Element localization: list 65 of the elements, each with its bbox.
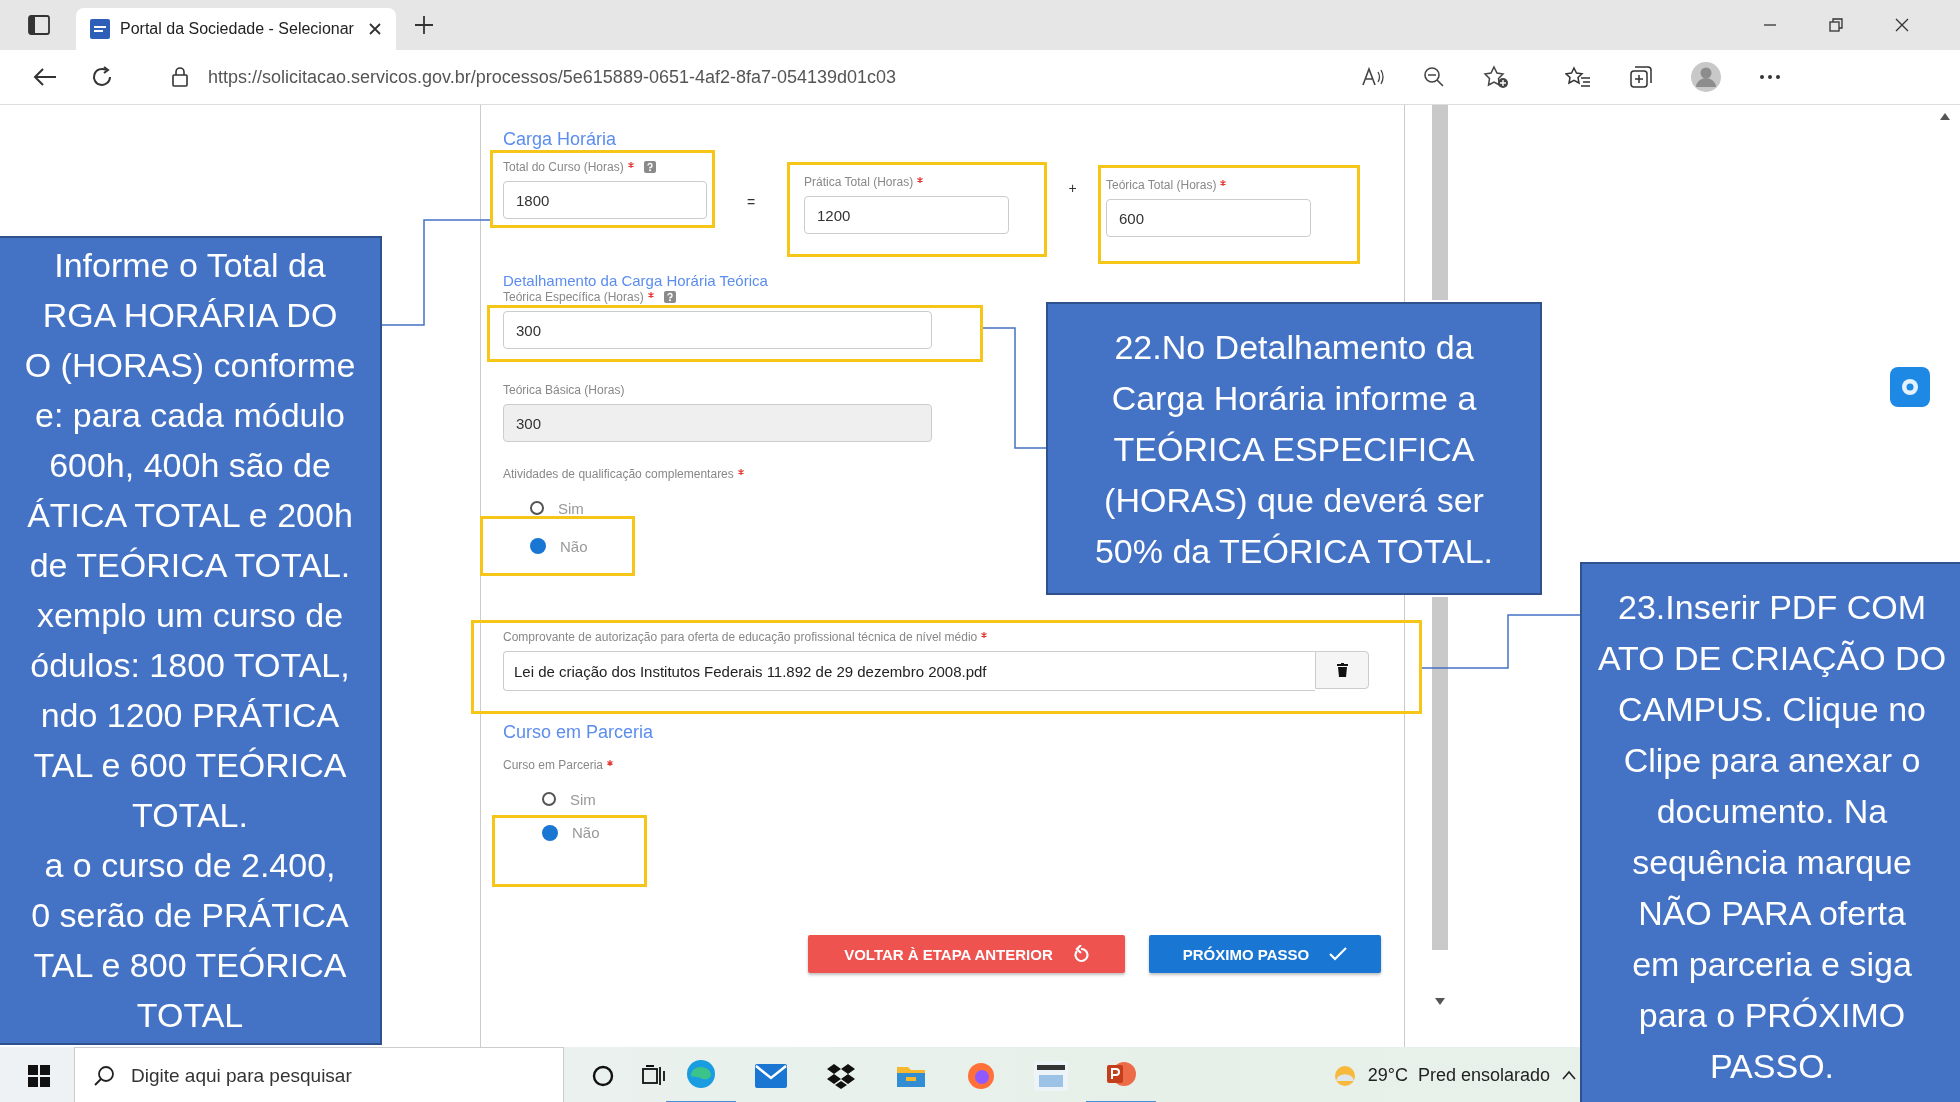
new-tab-icon[interactable]: [414, 15, 434, 35]
trash-icon: [1336, 663, 1348, 677]
close-icon[interactable]: [368, 22, 382, 36]
undo-icon: [1072, 945, 1089, 963]
refresh-icon[interactable]: [90, 65, 114, 89]
section-heading: Detalhamento da Carga Horária Teórica: [503, 272, 769, 289]
powerpoint-icon[interactable]: [1105, 1059, 1137, 1089]
close-icon[interactable]: [1894, 17, 1910, 33]
hours-input[interactable]: 600: [1106, 199, 1311, 237]
file-field[interactable]: Lei de criação dos Institutos Federais 11.892 de 29 dezembro 2008.pdf: [503, 651, 1315, 691]
back-icon[interactable]: [32, 67, 58, 87]
zoom-out-icon[interactable]: [1423, 66, 1445, 88]
floating-widget-icon[interactable]: [1890, 367, 1930, 407]
radio-button[interactable]: [530, 538, 546, 554]
callout-note: Informe o Total da RGA HORÁRIA DO O (HORAS) conforme e: para cada módulo 600h, 400h são de ÁTICA TOTAL e 200h de TEÓRICA TOTAL. xemplo um curso de ódulos: 1800 TOTAL, ndo 1200 PRÁTICA TAL e 600 TEÓRICA TOTAL. a o curso de 2.400, 0 serão de PRÁTICA TAL e 800 TEÓRICA TOTAL: [0, 236, 382, 1045]
browser-tab[interactable]: Portal da Sociedade - Selecionar: [76, 8, 396, 50]
hours-input[interactable]: 300: [503, 311, 932, 349]
field-label: Teórica Básica (Horas): [503, 383, 625, 397]
field-label: Atividades de qualificação complementares: [503, 467, 734, 481]
collections-icon[interactable]: [1629, 65, 1653, 89]
delete-button[interactable]: [1315, 651, 1369, 689]
tab-actions-icon[interactable]: [28, 15, 50, 35]
operator-sign: =: [745, 194, 757, 210]
add-favorite-icon[interactable]: [1483, 65, 1509, 89]
windows-start-icon[interactable]: [28, 1064, 50, 1087]
site-favicon-icon: [90, 19, 110, 39]
hours-input[interactable]: 1200: [804, 196, 1009, 234]
radio-button[interactable]: [542, 792, 556, 806]
hours-input[interactable]: 1800: [503, 181, 707, 219]
favorites-icon[interactable]: [1565, 66, 1591, 88]
help-icon[interactable]: [643, 161, 656, 173]
section-heading: Curso em Parceria: [503, 722, 655, 743]
radio-button[interactable]: [542, 824, 558, 841]
chevron-up-icon[interactable]: [1562, 1070, 1576, 1080]
cortana-icon[interactable]: [592, 1064, 614, 1087]
field-label: Comprovante de autorização para oferta de educação profissional técnica de nível médio: [503, 630, 978, 644]
callout-note: 22.No Detalhamento da Carga Horária informe a TEÓRICA ESPECIFICA (HORAS) que deverá ser 50% da TEÓRICA TOTAL.: [1046, 302, 1542, 595]
scrollbar-thumb[interactable]: [1432, 105, 1448, 300]
field-label: Curso em Parceria: [503, 758, 604, 772]
weather-text[interactable]: 29°C Pred ensolarado: [1367, 1065, 1550, 1086]
mail-icon[interactable]: [755, 1062, 787, 1089]
scrollbar-thumb[interactable]: [1432, 597, 1448, 950]
operator-sign: +: [1067, 180, 1078, 196]
radio-button[interactable]: [530, 501, 544, 515]
field-label: Teórica Total (Horas): [1106, 178, 1217, 192]
lock-icon: [172, 67, 188, 87]
next-button[interactable]: PRÓXIMO PASSO: [1149, 935, 1381, 973]
scroll-down-icon[interactable]: [1435, 998, 1445, 1005]
restore-icon[interactable]: [1828, 17, 1844, 33]
read-aloud-icon[interactable]: [1361, 67, 1385, 87]
address-field[interactable]: https://solicitacao.servicos.gov.br/processos/5e615889-0651-4af2-8fa7-054139d01c03: [142, 57, 1527, 97]
section-heading: Carga Horária: [503, 129, 618, 150]
search-icon: [93, 1064, 115, 1087]
check-icon: [1329, 947, 1348, 961]
dropbox-icon[interactable]: [826, 1061, 856, 1090]
field-label: Prática Total (Horas): [804, 175, 914, 189]
help-icon[interactable]: [663, 291, 676, 303]
field-label: Teórica Específica (Horas): [503, 290, 644, 304]
profile-avatar-icon[interactable]: [1691, 62, 1721, 92]
scroll-up-icon[interactable]: [1940, 113, 1950, 120]
task-view-icon[interactable]: [642, 1064, 666, 1087]
more-icon[interactable]: [1759, 74, 1781, 80]
field-label: Total do Curso (Horas): [503, 160, 624, 174]
callout-note: 23.Inserir PDF COM ATO DE CRIAÇÃO DO CAMPUS. Clique no Clipe para anexar o documento. Na sequência marque NÃO PARA oferta em parceria e siga para o PRÓXIMO PASSO.: [1580, 562, 1960, 1102]
taskbar-search-field[interactable]: Digite aqui para pesquisar: [74, 1047, 564, 1102]
